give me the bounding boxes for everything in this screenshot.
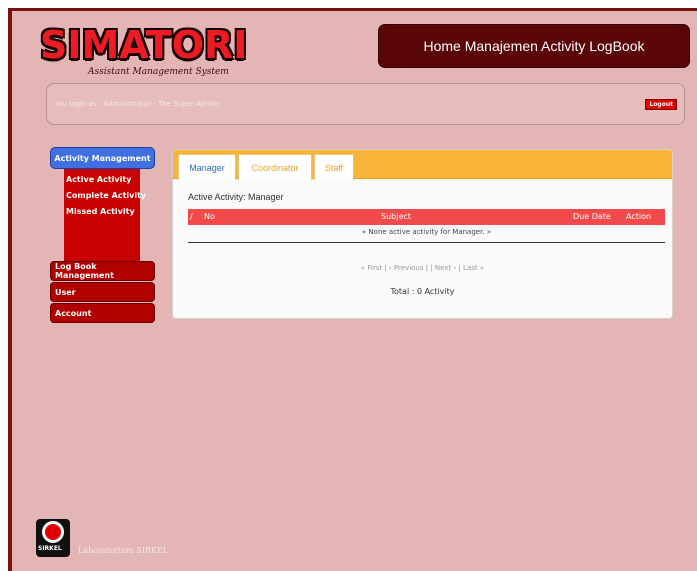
sirkel-logo-text: SIRKEL xyxy=(38,545,62,552)
tab-bar: Manager Coordinator Staff xyxy=(173,150,672,180)
sidebar-item-activity-management[interactable]: Activity Management xyxy=(50,147,155,169)
sidebar: Activity Management Active Activity Comp… xyxy=(50,147,155,324)
column-due-date: Due Date xyxy=(573,212,611,221)
tab-coordinator[interactable]: Coordinator xyxy=(238,154,312,180)
login-bar: You login as : Administrator - The Super… xyxy=(46,83,685,125)
table-divider xyxy=(188,242,665,243)
logo-ring-icon xyxy=(42,521,64,543)
page-title-box: Home Manajemen Activity LogBook xyxy=(378,24,690,68)
sidebar-item-account[interactable]: Account xyxy=(50,303,155,323)
tab-staff[interactable]: Staff xyxy=(314,154,354,180)
empty-table-message: « None active activity for Manager. » xyxy=(361,228,492,236)
total-count: Total : 0 Activity xyxy=(390,287,455,296)
sidebar-submenu: Active Activity Complete Activity Missed… xyxy=(64,169,146,261)
column-no: No xyxy=(204,212,215,221)
footer-text: Laboratorium SIRKEL xyxy=(78,546,169,555)
sidebar-subitem-missed-activity[interactable]: Missed Activity xyxy=(64,204,140,220)
logo-wordmark: SIMATORI xyxy=(40,23,248,67)
pagination[interactable]: « First | ‹ Previous | | Next › | Last » xyxy=(173,264,672,272)
tab-manager[interactable]: Manager xyxy=(178,154,236,180)
column-action: Action xyxy=(626,212,652,221)
sidebar-item-log-book-management[interactable]: Log Book Management xyxy=(50,261,155,281)
column-subject: Subject xyxy=(381,212,411,221)
login-status: You login as : Administrator - The Super… xyxy=(55,100,221,108)
logout-button[interactable]: Logout xyxy=(645,99,677,110)
sidebar-subitem-complete-activity[interactable]: Complete Activity xyxy=(64,188,146,204)
logo-subtitle: Assistant Management System xyxy=(88,67,229,77)
sidebar-item-user[interactable]: User xyxy=(50,282,155,302)
app-logo[interactable]: SIMATORI Assistant Management System xyxy=(40,24,247,84)
sirkel-logo: SIRKEL xyxy=(36,519,70,557)
content-panel: Manager Coordinator Staff Active Activit… xyxy=(172,149,673,319)
table-header: / No Subject Due Date Action xyxy=(188,209,665,225)
page-title: Home Manajemen Activity LogBook xyxy=(423,38,645,54)
sidebar-subitem-active-activity[interactable]: Active Activity xyxy=(64,172,140,188)
column-select[interactable]: / xyxy=(190,212,193,221)
page-frame: SIMATORI Assistant Management System Hom… xyxy=(8,8,697,571)
active-activity-label: Active Activity: Manager xyxy=(188,192,284,202)
